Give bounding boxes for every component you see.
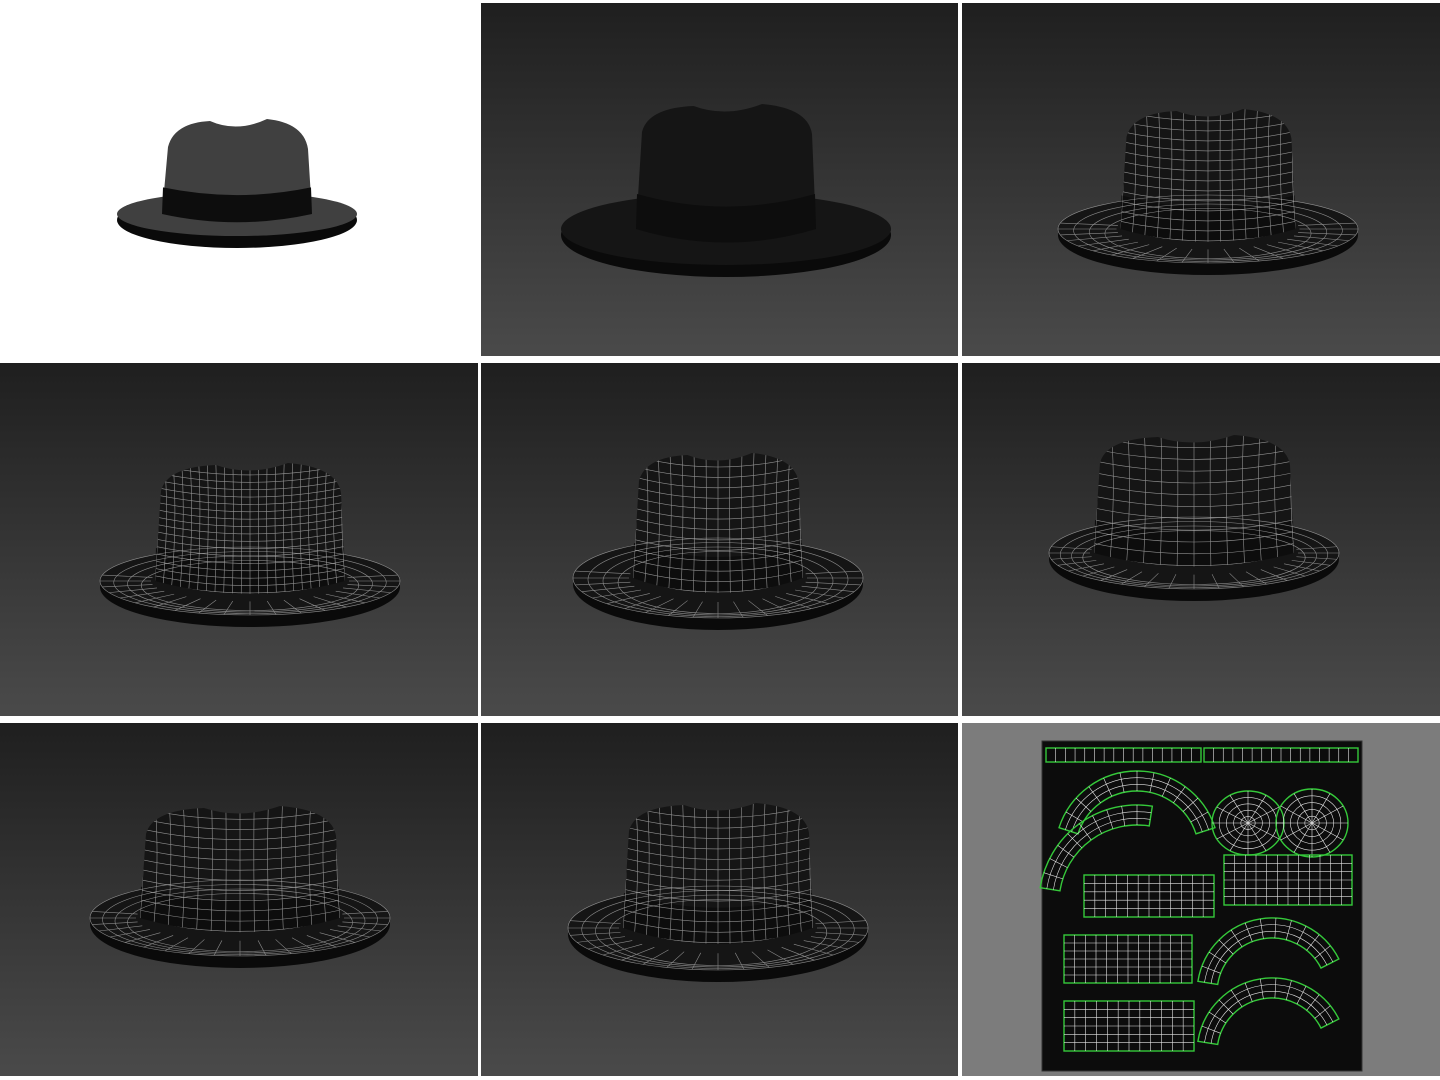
panel-studio-render-canvas [117, 119, 357, 248]
panel-wireframe-1-canvas [962, 3, 1440, 356]
panel-wireframe-3-canvas [481, 363, 958, 716]
panel-wireframe-back-canvas [962, 363, 1440, 716]
panel-wireframe-4-canvas [481, 723, 958, 1076]
panel-wireframe-back [962, 363, 1440, 716]
panel-wireframe-2 [0, 363, 478, 716]
panel-wireframe-3 [481, 363, 958, 716]
panel-wireframe-4 [481, 723, 958, 1076]
uv-layout-canvas [962, 723, 1440, 1076]
uv-canvas [1041, 740, 1363, 1072]
panel-wireframe-1 [962, 3, 1440, 356]
uv-island-crown-top-2 [1275, 788, 1349, 858]
panel-uv-layout [962, 723, 1440, 1076]
hat-model [117, 119, 357, 248]
panel-shaded-render-canvas [481, 3, 958, 356]
render-sheet [0, 0, 1440, 1080]
uv-island-crown-top-1 [1211, 790, 1285, 856]
panel-wireframe-side-canvas [0, 723, 478, 1076]
panel-studio-render [0, 0, 478, 356]
panel-shaded-render [481, 3, 958, 356]
panel-wireframe-side [0, 723, 478, 1076]
panel-wireframe-2-canvas [0, 363, 478, 716]
